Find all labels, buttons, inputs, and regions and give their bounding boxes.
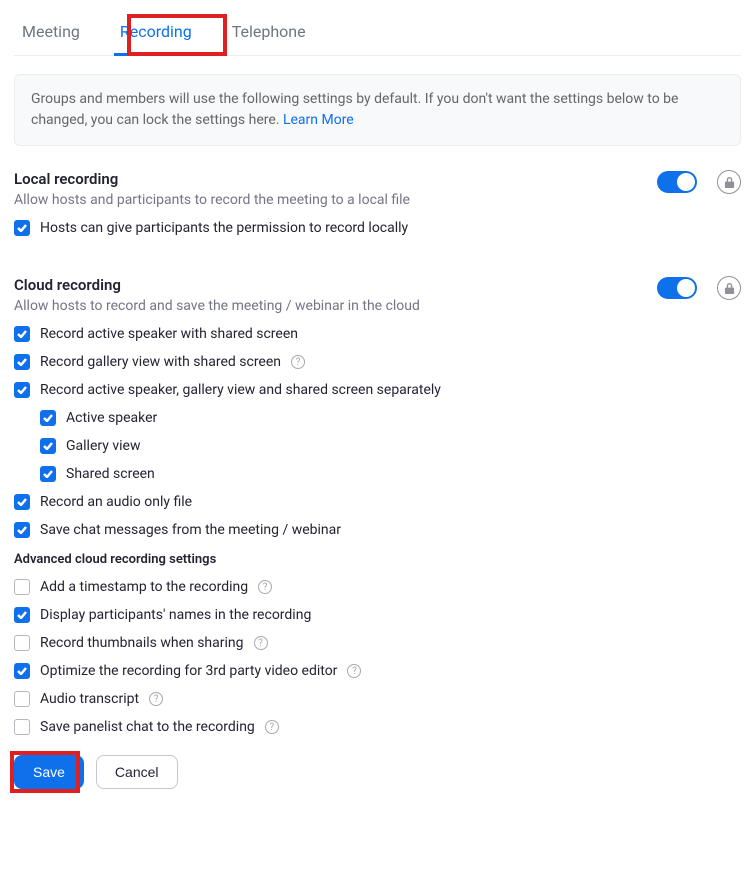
checkbox-panelist-chat[interactable] <box>14 719 30 735</box>
checkbox-names[interactable] <box>14 607 30 623</box>
help-icon[interactable]: ? <box>258 580 272 594</box>
learn-more-link[interactable]: Learn More <box>283 112 354 128</box>
label-save-chat: Save chat messages from the meeting / we… <box>40 522 341 538</box>
info-text: Groups and members will use the followin… <box>31 91 678 128</box>
checkbox-sub-active-speaker[interactable] <box>40 410 56 426</box>
local-recording-toggle[interactable] <box>657 171 697 193</box>
checkbox-transcript[interactable] <box>14 691 30 707</box>
settings-tabs: Meeting Recording Telephone <box>14 14 741 56</box>
label-active-speaker-shared: Record active speaker with shared screen <box>40 326 298 342</box>
checkbox-separate[interactable] <box>14 382 30 398</box>
label-thumbnails: Record thumbnails when sharing <box>40 635 244 651</box>
help-icon[interactable]: ? <box>291 355 305 369</box>
advanced-heading: Advanced cloud recording settings <box>14 552 741 567</box>
label-timestamp: Add a timestamp to the recording <box>40 579 248 595</box>
checkbox-active-speaker-shared[interactable] <box>14 326 30 342</box>
help-icon[interactable]: ? <box>265 720 279 734</box>
checkbox-optimize[interactable] <box>14 663 30 679</box>
tab-recording[interactable]: Recording <box>114 14 198 55</box>
checkbox-hosts-perm[interactable] <box>14 220 30 236</box>
save-button[interactable]: Save <box>14 755 84 789</box>
lock-icon <box>724 282 735 295</box>
label-sub-gallery: Gallery view <box>66 438 140 454</box>
tab-telephone[interactable]: Telephone <box>226 14 312 55</box>
lock-icon <box>724 176 735 189</box>
help-icon[interactable]: ? <box>347 664 361 678</box>
label-transcript: Audio transcript <box>40 691 139 707</box>
checkbox-timestamp[interactable] <box>14 579 30 595</box>
checkbox-gallery-shared[interactable] <box>14 354 30 370</box>
label-gallery-shared: Record gallery view with shared screen <box>40 354 281 370</box>
label-audio-only: Record an audio only file <box>40 494 192 510</box>
help-icon[interactable]: ? <box>254 636 268 650</box>
checkbox-thumbnails[interactable] <box>14 635 30 651</box>
info-banner: Groups and members will use the followin… <box>14 74 741 146</box>
label-sub-active-speaker: Active speaker <box>66 410 157 426</box>
label-hosts-perm: Hosts can give participants the permissi… <box>40 220 408 236</box>
local-recording-lock[interactable] <box>717 170 741 194</box>
cloud-recording-lock[interactable] <box>717 276 741 300</box>
cloud-recording-title: Cloud recording <box>14 276 420 294</box>
label-separate: Record active speaker, gallery view and … <box>40 382 441 398</box>
checkbox-save-chat[interactable] <box>14 522 30 538</box>
cloud-recording-toggle[interactable] <box>657 277 697 299</box>
cancel-button[interactable]: Cancel <box>96 755 178 789</box>
checkbox-sub-shared[interactable] <box>40 466 56 482</box>
checkbox-sub-gallery[interactable] <box>40 438 56 454</box>
label-names: Display participants' names in the recor… <box>40 607 311 623</box>
help-icon[interactable]: ? <box>149 692 163 706</box>
tab-meeting[interactable]: Meeting <box>16 14 86 55</box>
local-recording-desc: Allow hosts and participants to record t… <box>14 192 410 208</box>
cloud-recording-desc: Allow hosts to record and save the meeti… <box>14 298 420 314</box>
local-recording-title: Local recording <box>14 170 410 188</box>
section-cloud-recording: Cloud recording Allow hosts to record an… <box>14 276 741 789</box>
label-sub-shared: Shared screen <box>66 466 155 482</box>
checkbox-audio-only[interactable] <box>14 494 30 510</box>
label-panelist-chat: Save panelist chat to the recording <box>40 719 255 735</box>
section-local-recording: Local recording Allow hosts and particip… <box>14 170 741 236</box>
label-optimize: Optimize the recording for 3rd party vid… <box>40 663 337 679</box>
